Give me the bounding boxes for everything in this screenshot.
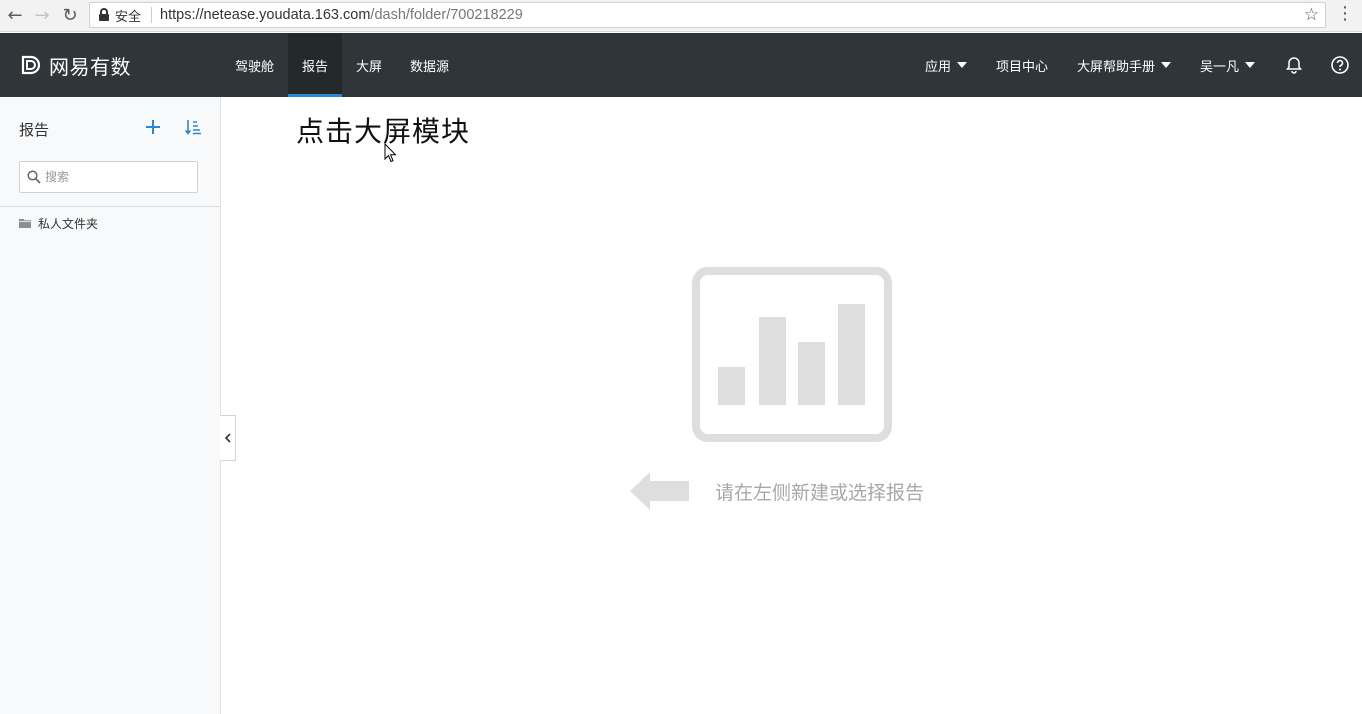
folder-icon bbox=[19, 219, 31, 228]
help-icon[interactable] bbox=[1330, 55, 1350, 75]
back-arrow-icon[interactable]: ← bbox=[3, 4, 27, 26]
nav-reports[interactable]: 报告 bbox=[288, 33, 343, 97]
nav-data-source[interactable]: 数据源 bbox=[396, 33, 463, 97]
forward-arrow-icon[interactable]: → bbox=[30, 4, 54, 26]
collapse-sidebar-button[interactable] bbox=[220, 415, 236, 461]
user-menu[interactable]: 吴一凡 bbox=[1200, 56, 1255, 75]
divider bbox=[0, 206, 220, 207]
empty-chart-icon bbox=[692, 267, 892, 442]
sidebar: 报告 私人文件夹 bbox=[0, 97, 221, 714]
app-header: 网易有数 驾驶舱 报告 大屏 数据源 应用 项目中心 大屏帮助手册 吴一凡 bbox=[0, 33, 1362, 97]
right-nav: 应用 项目中心 大屏帮助手册 吴一凡 bbox=[925, 33, 1362, 97]
sort-icon[interactable] bbox=[184, 118, 202, 136]
caret-down-icon bbox=[1160, 62, 1171, 68]
logo-icon bbox=[21, 55, 41, 75]
empty-state-message: 请在左侧新建或选择报告 bbox=[715, 482, 925, 504]
caret-down-icon bbox=[1245, 62, 1255, 68]
logo[interactable]: 网易有数 bbox=[20, 33, 131, 97]
arrow-left-icon bbox=[630, 472, 689, 510]
secure-label: 安全 bbox=[115, 9, 142, 25]
project-center-link[interactable]: 项目中心 bbox=[996, 56, 1048, 75]
chevron-left-icon bbox=[224, 433, 231, 443]
overlay-caption: 点击大屏模块 bbox=[296, 115, 471, 148]
screen-help-menu[interactable]: 大屏帮助手册 bbox=[1077, 56, 1171, 75]
bookmark-star-icon[interactable]: ☆ bbox=[1304, 5, 1319, 25]
nav-cockpit[interactable]: 驾驶舱 bbox=[221, 33, 288, 97]
mouse-cursor-icon bbox=[384, 143, 397, 163]
caret-down-icon bbox=[956, 62, 967, 68]
apps-menu[interactable]: 应用 bbox=[925, 56, 967, 75]
search-box[interactable] bbox=[19, 161, 198, 193]
folder-label: 私人文件夹 bbox=[38, 216, 99, 231]
folder-item-private[interactable]: 私人文件夹 bbox=[19, 214, 98, 232]
browser-menu-icon[interactable]: ⋮ bbox=[1336, 3, 1354, 25]
search-icon bbox=[27, 170, 41, 184]
browser-toolbar: ← → ↻ 安全 https://netease.youdata.163.com… bbox=[0, 0, 1362, 32]
nav-big-screen[interactable]: 大屏 bbox=[342, 33, 396, 97]
top-nav: 驾驶舱 报告 大屏 数据源 bbox=[221, 33, 463, 97]
address-bar[interactable]: 安全 https://netease.youdata.163.com/dash/… bbox=[89, 2, 1326, 28]
search-input[interactable] bbox=[45, 170, 185, 184]
add-icon[interactable] bbox=[143, 117, 163, 137]
reload-icon[interactable]: ↻ bbox=[58, 4, 82, 26]
url-text[interactable]: https://netease.youdata.163.com/dash/fol… bbox=[160, 7, 523, 23]
bell-icon[interactable] bbox=[1284, 55, 1304, 75]
lock-icon bbox=[98, 8, 110, 22]
logo-text: 网易有数 bbox=[49, 54, 131, 79]
sidebar-title: 报告 bbox=[19, 121, 50, 139]
